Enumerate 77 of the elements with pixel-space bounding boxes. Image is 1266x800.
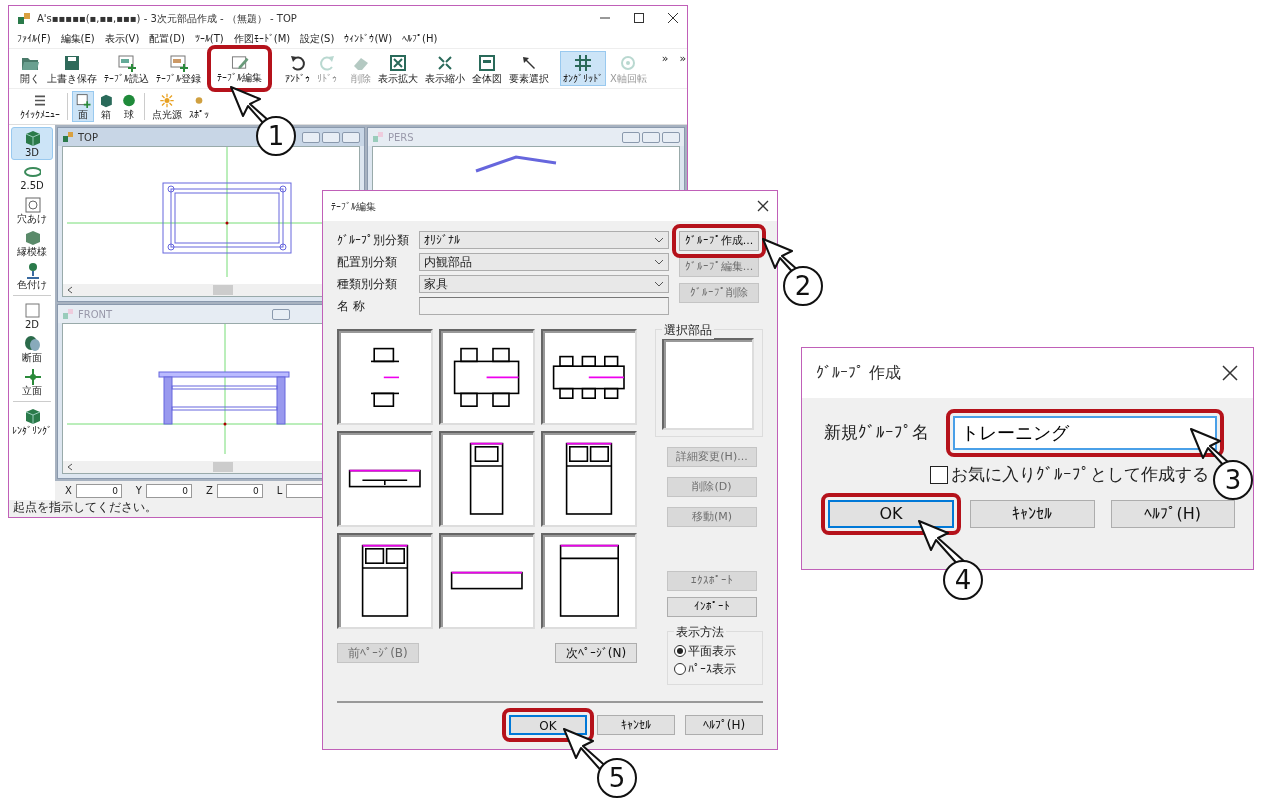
menu-item[interactable]: ﾂｰﾙ(T)	[194, 31, 224, 46]
sidebar-button[interactable]: 2D	[11, 299, 53, 332]
menu-item[interactable]: 作図ﾓｰﾄﾞ(M)	[233, 31, 291, 46]
toolbar-button[interactable]: 点光源	[149, 91, 185, 122]
field-label: ｸﾞﾙｰﾌﾟ別分類	[337, 232, 410, 249]
toolbar-button[interactable]: ﾃｰﾌﾞﾙ読込	[101, 51, 152, 86]
toolbar-button[interactable]: 全体図	[469, 51, 505, 86]
field-label: 配置別分類	[337, 254, 398, 271]
coordinate-field[interactable]: 0	[216, 483, 263, 498]
menu-item[interactable]: 表示(V)	[104, 31, 140, 46]
sidebar-button[interactable]: 断面	[11, 332, 53, 365]
dialog-button[interactable]: ﾍﾙﾌﾟ(H)	[685, 715, 763, 735]
toolbar-button[interactable]: 表示拡大	[375, 51, 421, 86]
toolbar-button[interactable]: ｽﾎﾟｯ	[186, 91, 212, 122]
dialog-button[interactable]: ﾍﾙﾌﾟ(H)	[1110, 499, 1235, 528]
coordinate-field[interactable]: 0	[75, 483, 122, 498]
toolbar-button[interactable]: ﾃｰﾌﾞﾙ編集	[214, 52, 265, 85]
checkbox-label[interactable]: お気に入りｸﾞﾙｰﾌﾟとして作成する	[951, 462, 1209, 488]
menu-item[interactable]: ﾌｧｲﾙ(F)	[17, 31, 51, 46]
toolbar-button[interactable]: ｸｲｯｸﾒﾆｭｰ	[17, 91, 63, 122]
group-button[interactable]: ｸﾞﾙｰﾌﾟ作成...	[679, 231, 759, 251]
io-button[interactable]: ｲﾝﾎﾟｰﾄ	[667, 597, 757, 617]
field-label: 名 称	[337, 298, 366, 315]
dialog-button[interactable]: OK	[828, 499, 954, 528]
field-label: 新規ｸﾞﾙｰﾌﾟ名	[824, 421, 929, 445]
dialog-button[interactable]: ｷｬﾝｾﾙ	[970, 499, 1095, 528]
coordinate-label: Y	[135, 484, 142, 498]
sidebar-button[interactable]: 2.5D	[11, 160, 53, 193]
name-field[interactable]: トレーニング	[953, 416, 1217, 450]
dropdown[interactable]: 内観部品	[419, 253, 669, 271]
overflow-chevron[interactable]: »	[661, 51, 669, 68]
page-button[interactable]: 次ﾍﾟｰｼﾞ(N)	[555, 643, 637, 663]
overflow-chevron[interactable]: »	[679, 51, 687, 68]
toolbar-button[interactable]: 面	[72, 91, 94, 122]
toolbar-button[interactable]: 要素選択	[506, 51, 552, 86]
status-text: 起点を指示してください。	[13, 500, 157, 514]
coordinate-label: X	[65, 484, 72, 498]
viewport-title: TOP	[78, 130, 98, 145]
step-number: 4	[943, 560, 983, 600]
sidebar-button[interactable]: 色付け	[11, 259, 53, 292]
toolbar-button[interactable]: 球	[118, 91, 140, 122]
menu-item[interactable]: 設定(S)	[300, 31, 335, 46]
dialog-title: ｸﾞﾙｰﾌﾟ 作成	[816, 362, 902, 384]
sidebar-button[interactable]: 穴あけ	[11, 193, 53, 226]
dialog-button[interactable]: OK	[509, 715, 587, 735]
coordinate-label: L	[276, 484, 283, 498]
sidebar-button[interactable]: 立面	[11, 365, 53, 398]
sidebar-button[interactable]: 縁模様	[11, 226, 53, 259]
menu-item[interactable]: 配置(D)	[149, 31, 185, 46]
field-label: 種類別分類	[337, 276, 398, 293]
group-label: 表示方法	[674, 623, 726, 641]
step-number: 2	[783, 266, 823, 306]
sidebar-button[interactable]: 3D	[11, 127, 53, 160]
toolbar-button[interactable]: ﾃｰﾌﾞﾙ登録	[153, 51, 204, 86]
dialog-button[interactable]: ｷｬﾝｾﾙ	[597, 715, 675, 735]
menu-item[interactable]: ﾍﾙﾌﾟ(H)	[402, 31, 438, 46]
menu-item[interactable]: ｳｨﾝﾄﾞｳ(W)	[344, 31, 393, 46]
toolbar-button[interactable]: 箱	[95, 91, 117, 122]
coordinate-label: Z	[205, 484, 213, 498]
toolbar-button[interactable]: 表示縮小	[422, 51, 468, 86]
toolbar-button[interactable]: 上書き保存	[44, 51, 100, 86]
sidebar-button[interactable]: ﾚﾝﾀﾞﾘﾝｸﾞ	[11, 405, 53, 438]
radio-label[interactable]: ﾊﾟｰｽ表示	[688, 660, 736, 678]
dropdown[interactable]: ｵﾘｼﾞﾅﾙ	[419, 231, 669, 249]
viewport-title: FRONT	[78, 307, 113, 322]
coordinate-field[interactable]: 0	[145, 483, 192, 498]
dialog-title: ﾃｰﾌﾞﾙ編集	[331, 199, 376, 214]
radio-label[interactable]: 平面表示	[688, 642, 736, 660]
window-title: A's▪▪▪▪▪(▪,▪▪,▪▪▪) - 3次元部品作成 - （無題） - TOP	[37, 11, 297, 26]
viewport-title: PERS	[388, 130, 414, 145]
toolbar-button[interactable]: ｵﾝｸﾞﾘｯﾄﾞ	[560, 51, 606, 86]
step-number: 5	[597, 758, 637, 798]
group-label: 選択部品	[662, 321, 714, 339]
dropdown[interactable]: 家具	[419, 275, 669, 293]
toolbar-button[interactable]: 開く	[17, 51, 43, 86]
toolbar-button[interactable]: ｱﾝﾄﾞｩ	[282, 51, 313, 86]
menu-item[interactable]: 編集(E)	[60, 31, 95, 46]
